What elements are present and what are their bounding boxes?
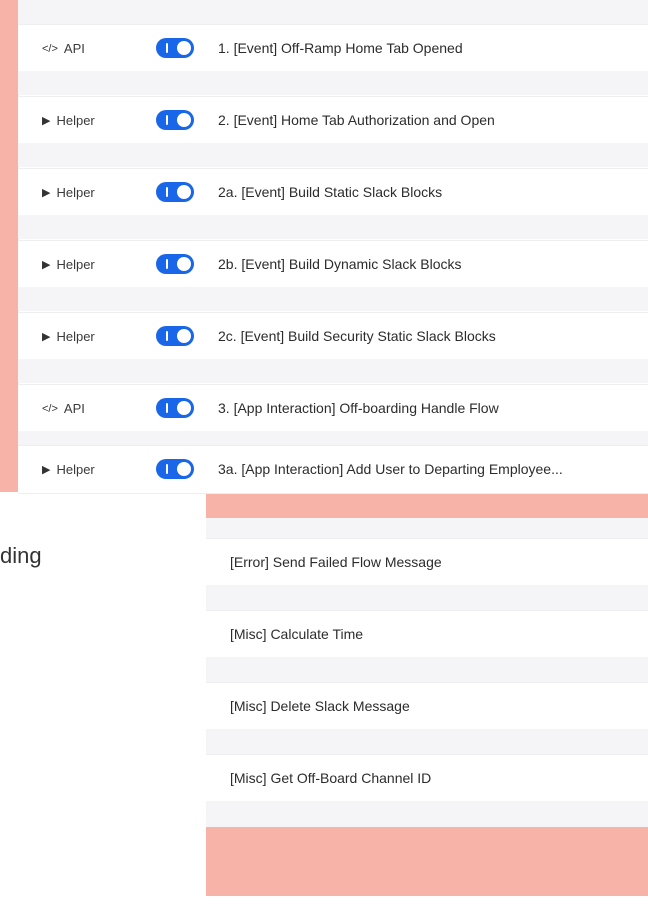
flow-name[interactable]: [Misc] Get Off-Board Channel ID <box>230 755 431 802</box>
row-gap <box>206 801 648 827</box>
flow-row[interactable]: ▶ Helper 2. [Event] Home Tab Authorizati… <box>18 96 648 145</box>
tag-label: Helper <box>56 257 95 272</box>
row-gap <box>18 143 648 167</box>
helper-tag: ▶ Helper <box>42 169 95 216</box>
play-icon: ▶ <box>42 115 51 127</box>
play-icon: ▶ <box>42 331 51 343</box>
helper-tag: ▶ Helper <box>42 241 95 288</box>
bottom-pink-band <box>206 823 648 896</box>
tag-label: API <box>63 401 85 416</box>
flow-name[interactable]: [Misc] Calculate Time <box>230 611 363 658</box>
flow-name[interactable]: 2. [Event] Home Tab Authorization and Op… <box>218 97 643 144</box>
flow-row[interactable]: ▶ Helper 2c. [Event] Build Security Stat… <box>18 312 648 361</box>
code-icon: </> <box>42 402 58 415</box>
tag-label: Helper <box>56 329 95 344</box>
flow-row[interactable]: ▶ Helper 2b. [Event] Build Dynamic Slack… <box>18 240 648 289</box>
flow-row[interactable]: ▶ Helper 3a. [App Interaction] Add User … <box>18 445 648 494</box>
flow-row[interactable]: ▶ Helper 2a. [Event] Build Static Slack … <box>18 168 648 217</box>
flow-name[interactable]: 2c. [Event] Build Security Static Slack … <box>218 313 643 360</box>
flow-name[interactable]: 2b. [Event] Build Dynamic Slack Blocks <box>218 241 643 288</box>
enabled-toggle[interactable] <box>156 110 194 130</box>
tag-label: Helper <box>56 462 95 477</box>
enabled-toggle[interactable] <box>156 38 194 58</box>
row-gap <box>206 729 648 755</box>
tag-label: API <box>63 41 85 56</box>
flow-name[interactable]: 3a. [App Interaction] Add User to Depart… <box>218 446 643 493</box>
enabled-toggle[interactable] <box>156 254 194 274</box>
flow-row[interactable]: [Error] Send Failed Flow Message <box>206 538 648 587</box>
flow-name[interactable]: 3. [App Interaction] Off-boarding Handle… <box>218 385 643 432</box>
row-gap <box>206 585 648 611</box>
enabled-toggle[interactable] <box>156 398 194 418</box>
row-gap <box>18 215 648 239</box>
bottom-white-strip <box>0 896 648 919</box>
play-icon: ▶ <box>42 187 51 199</box>
api-tag: </> API <box>42 385 85 432</box>
helper-tag: ▶ Helper <box>42 446 95 493</box>
row-gap <box>18 71 648 95</box>
flow-row[interactable]: [Misc] Get Off-Board Channel ID <box>206 754 648 803</box>
flow-name[interactable]: 1. [Event] Off-Ramp Home Tab Opened <box>218 25 643 72</box>
play-icon: ▶ <box>42 259 51 271</box>
enabled-toggle[interactable] <box>156 459 194 479</box>
row-gap <box>18 359 648 383</box>
play-icon: ▶ <box>42 464 51 476</box>
helper-tag: ▶ Helper <box>42 97 95 144</box>
flow-name[interactable]: 2a. [Event] Build Static Slack Blocks <box>218 169 643 216</box>
row-gap <box>18 287 648 311</box>
flow-name[interactable]: [Misc] Delete Slack Message <box>230 683 410 730</box>
flow-name[interactable]: [Error] Send Failed Flow Message <box>230 539 442 586</box>
code-icon: </> <box>42 42 58 55</box>
row-gap <box>18 0 648 24</box>
flow-row[interactable]: </> API 3. [App Interaction] Off-boardin… <box>18 384 648 433</box>
tag-label: Helper <box>56 113 95 128</box>
enabled-toggle[interactable] <box>156 182 194 202</box>
row-gap <box>206 657 648 683</box>
partial-section-title: ding <box>0 543 42 568</box>
enabled-toggle[interactable] <box>156 326 194 346</box>
flow-row[interactable]: [Misc] Calculate Time <box>206 610 648 659</box>
api-tag: </> API <box>42 25 85 72</box>
flow-row[interactable]: [Misc] Delete Slack Message <box>206 682 648 731</box>
helper-tag: ▶ Helper <box>42 313 95 360</box>
tag-label: Helper <box>56 185 95 200</box>
flow-row[interactable]: </> API 1. [Event] Off-Ramp Home Tab Ope… <box>18 24 648 73</box>
